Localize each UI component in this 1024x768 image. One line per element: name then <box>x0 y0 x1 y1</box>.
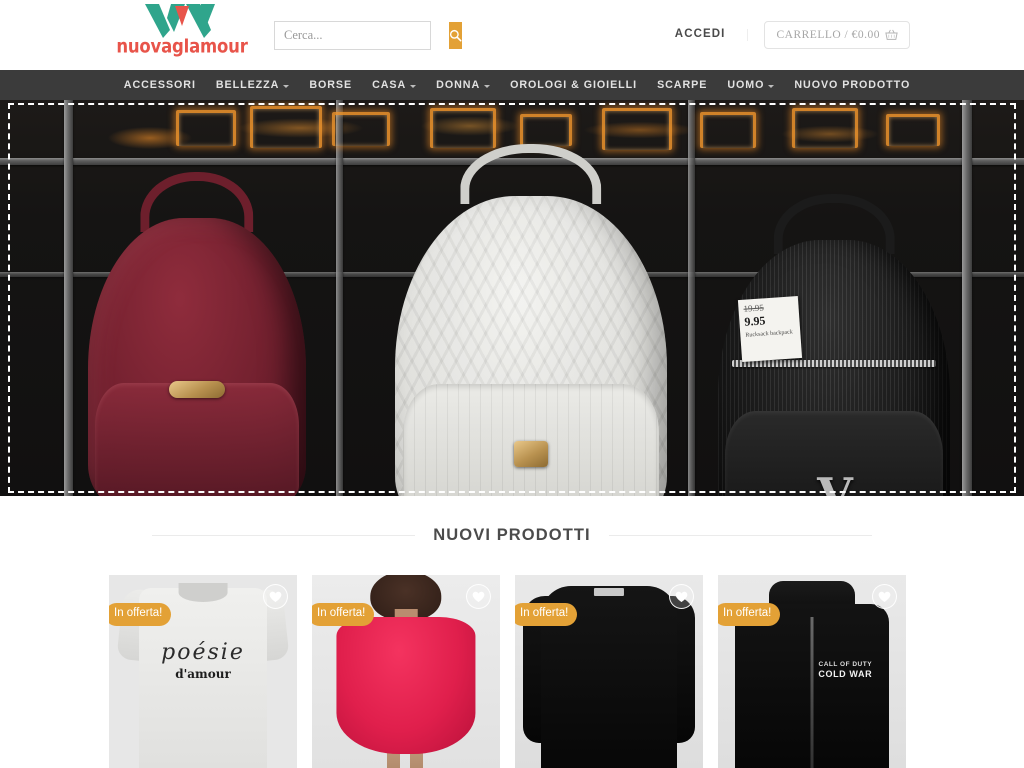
chevron-down-icon <box>410 84 417 88</box>
tshirt-collar <box>178 583 228 603</box>
tshirt-graphic-sub: d'amour <box>175 667 231 682</box>
sale-badge: In offerta! <box>109 603 172 626</box>
hoodie-print-line1: CALL OF DUTY <box>818 661 873 669</box>
chevron-down-icon <box>283 84 290 88</box>
site-logo[interactable]: nuovaglamour <box>112 4 252 62</box>
nav-item-scarpe[interactable]: SCARPE <box>647 70 717 100</box>
hero-slider[interactable]: V 19.95 9.95 Rucksack backpack <box>0 100 1024 496</box>
divider-left <box>152 535 416 536</box>
rack-post <box>962 100 972 496</box>
logo-mark-icon <box>145 4 219 38</box>
heart-icon <box>675 591 688 602</box>
neon-tube <box>886 114 940 146</box>
nav-item-uomo[interactable]: UOMO <box>717 70 784 100</box>
nav-label: DONNA <box>436 79 481 91</box>
chevron-down-icon <box>484 84 491 88</box>
hoodie-print-line2: COLD WAR <box>818 668 873 679</box>
hero-backpack-burgundy <box>88 172 306 496</box>
section-title: NUOVI PRODOTTI <box>433 526 591 544</box>
backpack-body: V <box>718 240 950 496</box>
nav-item-bellezza[interactable]: BELLEZZA <box>206 70 299 100</box>
product-card[interactable]: CALL OF DUTY COLD WAR In offerta! <box>718 575 906 768</box>
backpack-zipper <box>731 360 937 367</box>
nav-label: BELLEZZA <box>215 79 280 91</box>
neon-tube <box>602 108 672 150</box>
sale-badge: In offerta! <box>312 603 375 626</box>
nav-label: NUOVO PRODOTTO <box>794 79 911 91</box>
backpack-strap <box>460 144 602 204</box>
nav-label: ACCESSORI <box>123 79 196 91</box>
backpack-clasp <box>514 440 548 467</box>
product-card[interactable]: In offerta! <box>515 575 703 768</box>
search-box[interactable] <box>274 21 462 50</box>
nav-label: UOMO <box>727 79 765 91</box>
neon-tube <box>332 112 390 146</box>
hero-backpack-black: V 19.95 9.95 Rucksack backpack <box>718 194 950 496</box>
nav-item-orologi-gioielli[interactable]: OROLOGI & GIOIELLI <box>500 70 647 100</box>
hero-backpack-white <box>395 144 667 496</box>
nav-label: OROLOGI & GIOIELLI <box>510 79 638 91</box>
cart-label: CARRELLO / €0.00 <box>776 29 880 41</box>
search-icon <box>449 29 462 42</box>
nav-item-borse[interactable]: BORSE <box>299 70 362 100</box>
neon-tube <box>792 108 858 148</box>
chevron-down-icon <box>768 84 775 88</box>
hero-price-tag: 19.95 9.95 Rucksack backpack <box>737 295 803 363</box>
rack-post <box>688 100 695 496</box>
product-grid: poésie d'amour In offerta! In offerta! I… <box>0 545 1024 768</box>
sweater-neck-tag <box>593 587 625 596</box>
new-products-section: NUOVI PRODOTTI poésie d'amour In offerta… <box>0 496 1024 768</box>
heart-icon <box>878 591 891 602</box>
header-actions: ACCEDI CARRELLO / €0.00 <box>675 0 1024 70</box>
rack-post <box>336 100 343 496</box>
dress-body <box>336 617 476 754</box>
sale-badge: In offerta! <box>515 603 578 626</box>
nav-label: CASA <box>372 79 407 91</box>
divider-right <box>608 535 872 536</box>
hero-slide-image: V 19.95 9.95 Rucksack backpack <box>0 100 1024 496</box>
nav-item-casa[interactable]: CASA <box>362 70 426 100</box>
product-card[interactable]: In offerta! <box>312 575 500 768</box>
main-navigation: ACCESSORI BELLEZZA BORSE CASA DONNA OROL… <box>0 70 1024 100</box>
product-card[interactable]: poésie d'amour In offerta! <box>109 575 297 768</box>
wishlist-button[interactable] <box>669 584 694 609</box>
heart-icon <box>472 591 485 602</box>
neon-tube <box>700 112 756 148</box>
nav-items: ACCESSORI BELLEZZA BORSE CASA DONNA OROL… <box>104 70 920 100</box>
backpack-clasp <box>169 380 225 398</box>
section-header: NUOVI PRODOTTI <box>152 526 872 545</box>
neon-tube <box>250 106 322 148</box>
backpack-body <box>88 218 306 496</box>
search-input[interactable] <box>275 22 449 49</box>
hoodie-print: CALL OF DUTY COLD WAR <box>818 661 872 679</box>
nav-item-accessori[interactable]: ACCESSORI <box>114 70 206 100</box>
price-tag-description: Rucksack backpack <box>745 329 794 339</box>
neon-tube <box>520 114 572 146</box>
heart-icon <box>269 591 282 602</box>
neon-tube <box>176 110 236 146</box>
nav-item-donna[interactable]: DONNA <box>426 70 500 100</box>
cart-button[interactable]: CARRELLO / €0.00 <box>764 21 910 49</box>
nav-item-nuovo-prodotto[interactable]: NUOVO PRODOTTO <box>784 70 920 100</box>
backpack-brand-mark: V <box>817 468 853 496</box>
sale-badge: In offerta! <box>718 603 781 626</box>
wishlist-button[interactable] <box>872 584 897 609</box>
rack-post <box>64 100 73 496</box>
neon-tube <box>430 108 496 148</box>
nav-label: SCARPE <box>657 79 708 91</box>
nav-label: BORSE <box>309 79 353 91</box>
search-submit-button[interactable] <box>449 22 462 49</box>
hoodie-zipper <box>810 617 814 768</box>
wishlist-button[interactable] <box>466 584 491 609</box>
backpack-pocket <box>94 383 300 496</box>
login-link[interactable]: ACCEDI <box>675 29 749 41</box>
wishlist-button[interactable] <box>263 584 288 609</box>
logo-wordmark: nuovaglamour <box>116 35 248 58</box>
shopping-basket-icon <box>885 29 898 40</box>
tshirt-graphic-script: poésie <box>161 640 245 666</box>
site-header: nuovaglamour ACCEDI CARRELLO / €0.00 <box>0 0 1024 70</box>
